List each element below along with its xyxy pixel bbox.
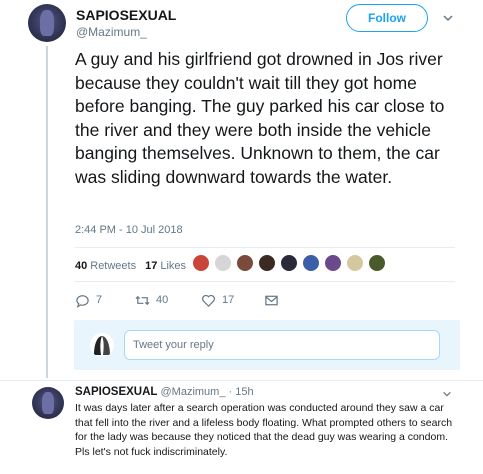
avatar[interactable] [28, 4, 66, 42]
liker-avatar[interactable] [192, 254, 210, 272]
reply-input[interactable]: Tweet your reply [124, 330, 440, 360]
tweet-text: A guy and his girlfriend got drowned in … [75, 49, 445, 187]
like-icon [202, 294, 215, 307]
liker-avatar[interactable] [236, 254, 254, 272]
display-name[interactable]: SAPIOSEXUAL [76, 7, 176, 23]
liker-avatar[interactable] [324, 254, 342, 272]
message-icon [265, 295, 278, 305]
retweet-icon [135, 295, 150, 305]
tweet-header: SAPIOSEXUAL @Mazimum_ Follow [28, 4, 468, 44]
liker-avatar[interactable] [258, 254, 276, 272]
tweet-stats: 40 Retweets 17 Likes [75, 252, 195, 280]
retweet-count: 40 [156, 294, 169, 306]
reply-button[interactable]: 7 [75, 293, 135, 308]
divider [75, 247, 455, 248]
retweets-stat[interactable]: 40 Retweets [75, 260, 136, 272]
like-button[interactable]: 17 [201, 293, 264, 308]
likes-stat[interactable]: 17 Likes [145, 260, 186, 272]
chevron-down-icon[interactable] [442, 12, 454, 24]
user-handle[interactable]: @Mazimum_ [161, 386, 226, 398]
tweet-actions: 7 40 17 [75, 290, 279, 310]
liker-avatar[interactable] [346, 254, 364, 272]
current-user-avatar [90, 333, 114, 357]
reply-count: 7 [96, 294, 103, 306]
message-button[interactable] [264, 293, 279, 308]
reply-time[interactable]: 15h [235, 386, 253, 398]
reply-composer: Tweet your reply [74, 320, 460, 370]
chevron-down-icon[interactable] [442, 389, 452, 399]
follow-button[interactable]: Follow [346, 4, 428, 32]
reply-tweet: SAPIOSEXUAL @Mazimum_ · 15h It was days … [0, 380, 483, 474]
reply-icon [76, 294, 89, 308]
tweet-timestamp[interactable]: 2:44 PM - 10 Jul 2018 [75, 224, 183, 236]
reply-text: It was days later after a search operati… [75, 402, 453, 458]
display-name[interactable]: SAPIOSEXUAL [75, 386, 157, 398]
reply-header: SAPIOSEXUAL @Mazimum_ · 15h [75, 386, 254, 398]
liker-avatar[interactable] [368, 254, 386, 272]
thread-line [46, 46, 48, 378]
divider [75, 281, 455, 282]
user-handle[interactable]: @Mazimum_ [76, 25, 147, 39]
retweet-button[interactable]: 40 [135, 293, 201, 308]
avatar[interactable] [32, 387, 64, 419]
likers-avatars[interactable] [192, 254, 390, 272]
liker-avatar[interactable] [302, 254, 320, 272]
liker-avatar[interactable] [214, 254, 232, 272]
separator: · [228, 386, 233, 398]
liker-avatar[interactable] [280, 254, 298, 272]
like-count: 17 [222, 294, 235, 306]
